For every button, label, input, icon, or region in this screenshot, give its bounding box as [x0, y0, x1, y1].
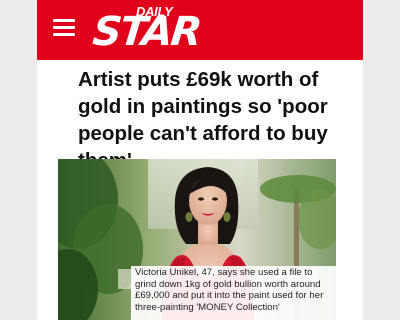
right-gutter [363, 0, 400, 320]
logo-star-text: STAR [90, 9, 203, 55]
article-headline: Artist puts £69k worth of gold in painti… [78, 68, 328, 172]
left-gutter [0, 0, 37, 320]
daily-star-logo[interactable]: DAILY STAR [91, 4, 203, 56]
site-header: DAILY STAR [37, 0, 363, 60]
article-hero-image[interactable]: Victoria Unikel, 47, says she used a fil… [58, 159, 336, 320]
hamburger-menu-icon[interactable] [53, 19, 75, 37]
image-caption: Victoria Unikel, 47, says she used a fil… [131, 266, 336, 320]
page: DAILY STAR Artist puts £69k worth of gol… [0, 0, 400, 320]
